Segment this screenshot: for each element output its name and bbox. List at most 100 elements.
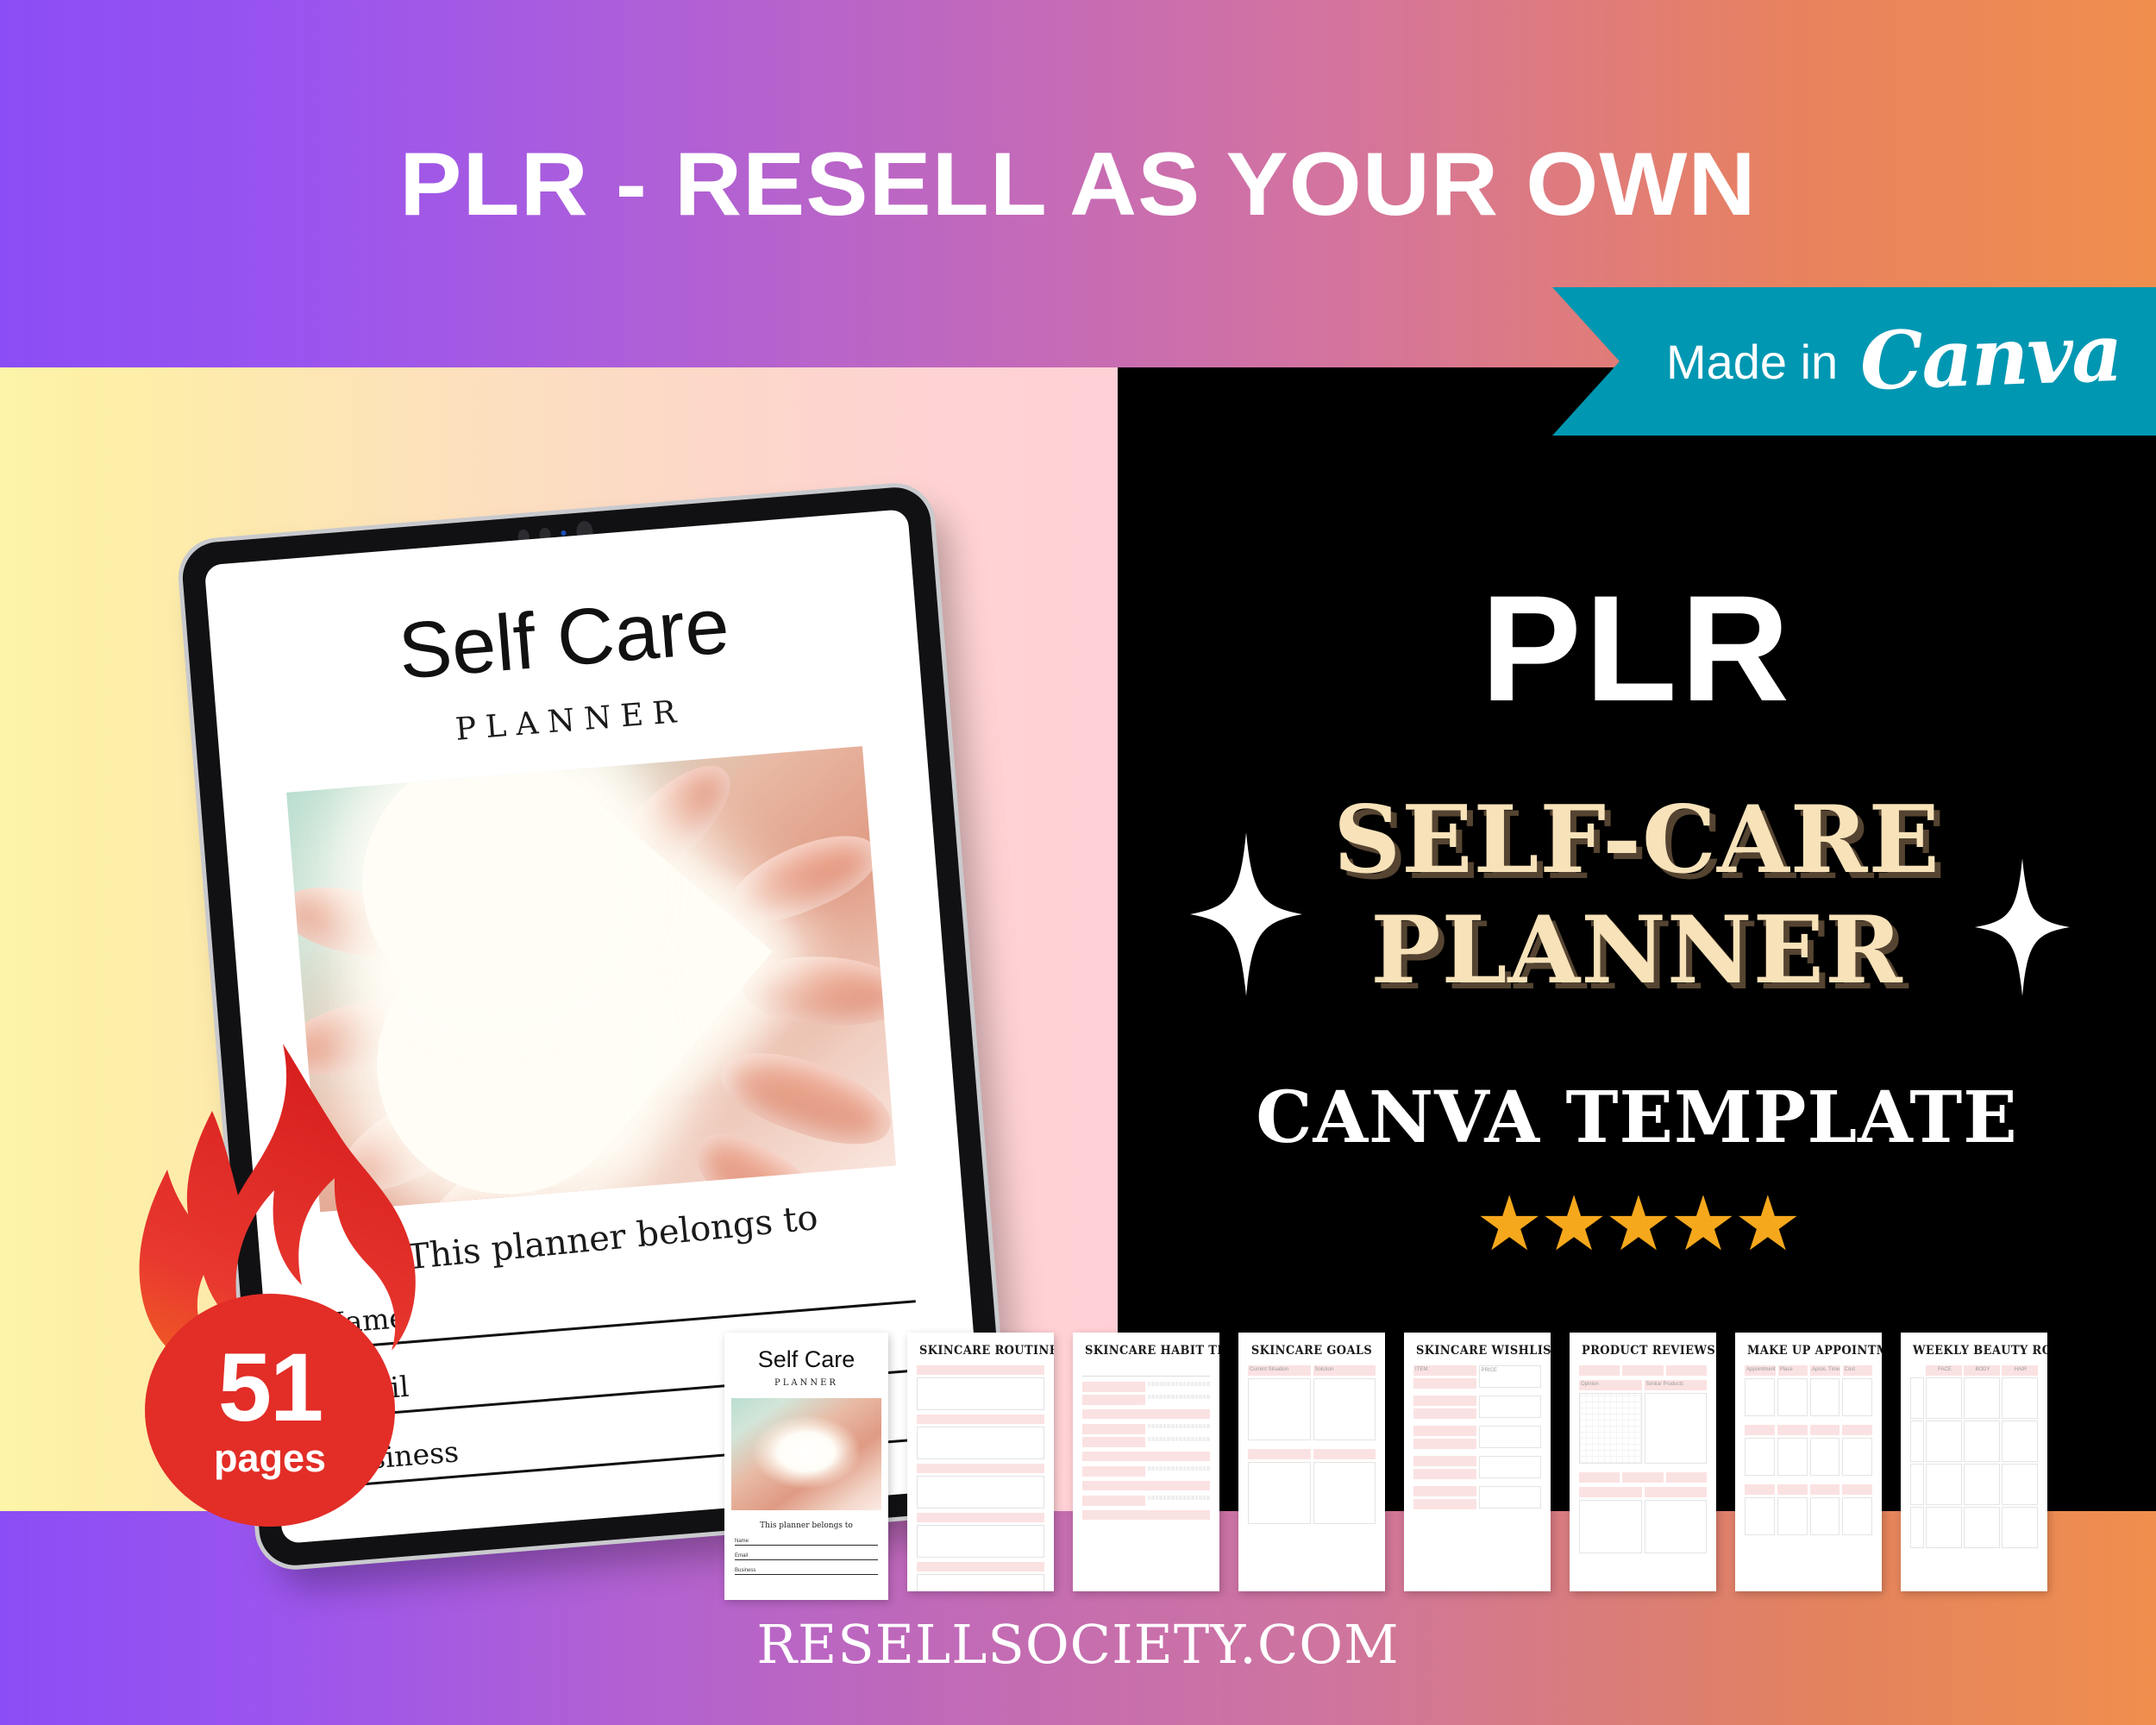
- thumb-cell: [2002, 1506, 2038, 1548]
- thumb-price-cell: [1478, 1485, 1541, 1509]
- thumb-body: Opinion Similar Products: [1579, 1364, 1707, 1553]
- thumb-cell: [1926, 1506, 1962, 1548]
- thumb-row-header: [1082, 1509, 1210, 1520]
- thumb-cell: [1579, 1364, 1620, 1376]
- thumb-col-header: [1248, 1448, 1311, 1459]
- thumb-header-row: Opinion Similar Products: [1579, 1379, 1707, 1390]
- thumb-cell: [1926, 1377, 1962, 1419]
- thumb-body: [917, 1364, 1044, 1591]
- thumb-col-header: Solution: [1313, 1364, 1376, 1376]
- thumbnail-makeup-appointments[interactable]: MAKE UP APPOINTMENTS Appointment Place A…: [1735, 1333, 1882, 1591]
- thumb-col-label: Appointment: [1746, 1366, 1776, 1372]
- thumb-header-row: Current Situation Solution: [1248, 1364, 1376, 1376]
- thumb-col-header: Similar Products: [1644, 1379, 1707, 1390]
- thumb-title: WEEKLY BEAUTY ROUTINE: [1912, 1344, 2047, 1358]
- thumb-row-header: [917, 1463, 1044, 1473]
- thumb-col-header: [1644, 1486, 1707, 1497]
- thumb-item-block: [1413, 1455, 1541, 1479]
- thumb-header-row: [1579, 1486, 1707, 1497]
- thumb-cell: [1745, 1377, 1775, 1416]
- thumb-cell: [1964, 1506, 2000, 1548]
- thumbnail-cover[interactable]: Self Care PLANNER This planner belongs t…: [724, 1333, 888, 1600]
- thumb-body: [1082, 1365, 1210, 1520]
- thumb-row-header: [917, 1512, 1044, 1522]
- thumb-col-label: Current Situation: [1250, 1366, 1289, 1372]
- thumb-cell: [1964, 1377, 2000, 1419]
- thumb-cell: [1413, 1455, 1476, 1466]
- thumbnail-weekly-beauty-routine[interactable]: WEEKLY BEAUTY ROUTINE FACE BODY HAIR: [1901, 1333, 2047, 1591]
- thumb-cell: ITEM:: [1413, 1364, 1476, 1376]
- thumb-col-header: Apros. Time: [1810, 1364, 1840, 1376]
- cover-title: Self Care: [395, 581, 733, 696]
- thumb-row: [917, 1475, 1044, 1509]
- thumb-col-header: [1777, 1484, 1808, 1495]
- thumb-cell: [1413, 1425, 1476, 1436]
- thumb-cell: [1082, 1495, 1145, 1506]
- thumb-item-left: [1413, 1455, 1476, 1479]
- thumb-belongs-label: This planner belongs to: [760, 1521, 853, 1530]
- thumb-title: MAKE UP APPOINTMENTS: [1746, 1344, 1882, 1358]
- thumb-cell: [1842, 1496, 1872, 1535]
- thumb-row-header: [1082, 1451, 1210, 1461]
- thumb-col-header: Current Situation: [1248, 1364, 1311, 1376]
- thumb-cell: [1579, 1392, 1642, 1464]
- thumb-habit-block: [1082, 1381, 1210, 1392]
- thumb-cell: [1579, 1471, 1620, 1483]
- thumb-cell: [1622, 1364, 1664, 1376]
- thumb-day-dots: [1147, 1495, 1210, 1506]
- thumb-cell: [1413, 1485, 1476, 1496]
- thumb-cell: [1082, 1423, 1145, 1434]
- thumb-hands-heart-photo: [731, 1398, 881, 1510]
- thumb-cell: [1809, 1496, 1840, 1535]
- thumb-body: FACE BODY HAIR: [1910, 1364, 2038, 1548]
- thumb-header-row: Appointment Place Apros. Time Cost: [1745, 1364, 1872, 1376]
- thumb-day-cell: [1910, 1420, 1924, 1462]
- thumb-day-dots: [1147, 1381, 1210, 1392]
- plr-heading: PLR: [1481, 565, 1793, 733]
- thumb-cell: [1926, 1463, 1962, 1505]
- thumb-title: PRODUCT REVIEWS: [1581, 1344, 1716, 1358]
- thumb-cell: [1745, 1437, 1775, 1476]
- thumb-col-header: [1745, 1424, 1775, 1435]
- thumb-col-header: HAIR: [2002, 1364, 2038, 1376]
- thumb-row: [1745, 1377, 1872, 1416]
- thumbnail-skincare-goals[interactable]: SKINCARE GOALS Current Situation Solutio…: [1238, 1333, 1385, 1591]
- thumb-price-cell: [1478, 1425, 1541, 1448]
- thumb-day-dots: [1147, 1436, 1210, 1447]
- thumb-cell: [1665, 1364, 1707, 1376]
- thumbnail-skincare-habit-tracker[interactable]: SKINCARE HABIT TRACKER: [1073, 1333, 1219, 1591]
- thumb-habit-block: [1082, 1495, 1210, 1506]
- thumb-col-label: Solution: [1314, 1366, 1334, 1372]
- thumb-price-cell: [1478, 1455, 1541, 1478]
- footer-website-url: RESELLSOCIETY.COM: [756, 1613, 1400, 1676]
- thumb-title: SKINCARE WISHLIST: [1415, 1344, 1551, 1358]
- thumb-cell: [1665, 1471, 1707, 1483]
- thumb-row-header: [917, 1414, 1044, 1424]
- thumb-day-dots: [1147, 1465, 1210, 1477]
- thumb-day-dots: [1147, 1394, 1210, 1405]
- thumb-field: Business: [735, 1568, 878, 1575]
- belongs-to-label: This planner belongs to: [404, 1197, 820, 1278]
- page-thumbnails: Self Care PLANNER This planner belongs t…: [724, 1333, 2066, 1600]
- thumb-body: Appointment Place Apros. Time Cost: [1745, 1364, 1872, 1535]
- thumb-col-header: Cost: [1842, 1364, 1872, 1376]
- thumb-field: Email: [735, 1553, 878, 1560]
- thumb-cell: [1964, 1420, 2000, 1462]
- thumb-cell: [1413, 1468, 1476, 1479]
- made-in-canva-ribbon: Made in Canva: [1552, 287, 2156, 436]
- thumbnail-product-reviews[interactable]: PRODUCT REVIEWS Opinion Similar Products: [1570, 1333, 1716, 1591]
- thumb-cell: [1842, 1437, 1872, 1476]
- thumb-item-block: [1413, 1395, 1541, 1419]
- thumb-price-cell: [1478, 1395, 1541, 1418]
- thumb-field: Name: [735, 1539, 878, 1546]
- made-in-label: Made in: [1665, 334, 1839, 389]
- thumb-cell: [1809, 1377, 1840, 1416]
- thumb-cell: [1777, 1377, 1808, 1416]
- thumb-title: SKINCARE HABIT TRACKER: [1084, 1344, 1219, 1358]
- thumbnail-skincare-routine[interactable]: SKINCARE ROUTINE: [907, 1333, 1054, 1591]
- thumb-row-header: [917, 1364, 1044, 1375]
- thumb-cover-subtitle: PLANNER: [774, 1378, 838, 1388]
- thumb-header-row: [1745, 1424, 1872, 1435]
- thumb-cell: [1082, 1394, 1145, 1405]
- thumbnail-skincare-wishlist[interactable]: SKINCARE WISHLIST ITEM: PRICE: [1404, 1333, 1551, 1591]
